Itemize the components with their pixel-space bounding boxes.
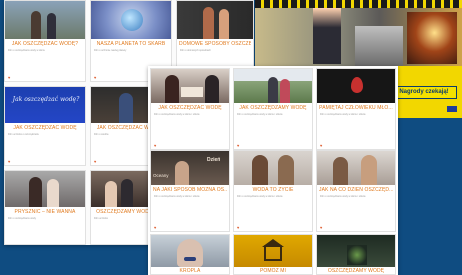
heart-icon[interactable]: ♥ [8, 159, 10, 164]
video-title[interactable]: PAMIĘTAJ CZŁOWIEKU MŁO... [319, 105, 393, 111]
video-title[interactable]: KROPLA [153, 268, 227, 274]
person-with-cup-image [313, 8, 341, 64]
heart-icon[interactable]: ♥ [154, 143, 156, 148]
person-figure [31, 11, 41, 39]
heart-icon[interactable]: ♥ [94, 159, 96, 164]
plant-graphic [347, 245, 367, 265]
person-figure [121, 179, 133, 207]
video-thumbnail[interactable] [151, 69, 229, 103]
video-card[interactable]: OSZCZĘDZAMY WODĘ [316, 234, 396, 275]
video-title[interactable]: DOMOWE SPOSOBY OSZCZĘ... [179, 41, 251, 47]
video-description: Film o oszczędzaniu wody w domu i szkole [237, 195, 283, 198]
video-thumbnail[interactable] [5, 1, 85, 39]
video-title[interactable]: JAK NA CO DZIEŃ OSZCZĘD... [319, 187, 393, 193]
video-description: Film o oszczędzaniu wody [8, 217, 36, 220]
video-thumbnail[interactable] [317, 69, 395, 103]
person-figure [47, 179, 59, 207]
film-strip-graphic [255, 0, 462, 8]
video-description: Film uczniów [94, 217, 108, 220]
video-title[interactable]: JAK OSZCZĘDZAĆ WODĘ? [7, 41, 83, 47]
heart-icon[interactable]: ♥ [154, 225, 156, 230]
lips-graphic [184, 257, 196, 261]
eu-flag-icon [447, 106, 457, 112]
heart-icon[interactable]: ♥ [237, 143, 239, 148]
factory-image [355, 26, 403, 66]
video-description: Film o oszczędzaniu wody w domu [8, 49, 45, 52]
video-title[interactable]: NASZA PLANETA TO SKARB [93, 41, 169, 47]
video-card[interactable]: JAK NA CO DZIEŃ OSZCZĘD... Film o oszczę… [316, 150, 396, 232]
heart-icon[interactable]: ♥ [94, 75, 96, 80]
thumbnail-text: Jak oszczędzać wodę? [12, 96, 80, 103]
video-title[interactable]: NA JAKI SPOSÓB MOŻNA OS... [153, 187, 227, 193]
glowing-bulb-image [407, 12, 457, 64]
video-title[interactable]: OSZCZĘDZAMY WODĘ [319, 268, 393, 274]
heart-icon[interactable]: ♥ [320, 225, 322, 230]
thumbnail-word: Oceany [153, 173, 169, 178]
video-card[interactable]: Jak oszczędzać wodę? JAK OSZCZĘDZAĆ WODĘ… [4, 86, 86, 166]
person-figure [203, 7, 214, 39]
video-card[interactable]: PRYSZNIC – NIE WANNA Film o oszczędzaniu… [4, 170, 86, 245]
video-card[interactable]: KROPLA [150, 234, 230, 275]
video-thumbnail[interactable] [91, 1, 171, 39]
video-title[interactable]: JAK OSZCZĘDZAĆ WODĘ [153, 105, 227, 111]
person-figure [252, 155, 268, 185]
house-graphic [264, 245, 282, 261]
video-description: Film o oszczędzaniu wody w domu i szkole [154, 195, 200, 198]
video-thumbnail[interactable] [177, 1, 253, 39]
person-figure [361, 155, 377, 185]
video-description: Film o ochronie naszej planety [94, 49, 127, 52]
person-figure [119, 93, 133, 123]
video-card[interactable]: WODA TO ŻYCIE Film o oszczędzaniu wody w… [233, 150, 313, 232]
video-description: Film uczniów o oszczędzaniu [8, 133, 39, 136]
person-figure [268, 77, 278, 103]
person-figure [47, 13, 56, 39]
video-thumbnail[interactable] [5, 171, 85, 207]
video-description: Film o oszczędzaniu wody w domu i szkole [320, 195, 366, 198]
video-card[interactable]: Dzień Oceany NA JAKI SPOSÓB MOŻNA OS... … [150, 150, 230, 232]
video-description: Film o oszczędzaniu wody w domu i szkole [154, 113, 200, 116]
roof-graphic [262, 239, 284, 247]
person-figure [333, 157, 348, 185]
person-figure [219, 9, 229, 39]
face-closeup [177, 239, 203, 267]
video-description: Film o oszczędzaniu wody w domu i szkole [320, 113, 366, 116]
person-figure [175, 161, 189, 185]
video-thumbnail[interactable] [234, 151, 312, 185]
video-description: Film o domowych sposobach [180, 49, 211, 52]
person-figure [205, 75, 219, 103]
person-figure [280, 79, 290, 103]
video-title[interactable]: WODA TO ŻYCIE [236, 187, 310, 193]
person-figure [278, 155, 294, 185]
prizes-button[interactable]: Nagrody czekają! [391, 86, 457, 99]
heart-icon[interactable]: ♥ [320, 143, 322, 148]
video-card[interactable]: JAK OSZCZĘDZAĆ WODĘ? Film o oszczędzaniu… [4, 0, 86, 82]
video-title[interactable]: PRYSZNIC – NIE WANNA [7, 209, 83, 215]
video-description: Film o oszczędzaniu wody w domu i szkole [237, 113, 283, 116]
video-card[interactable]: JAK OSZCZĘDZAMY WODĘ Film o oszczędzaniu… [233, 68, 313, 150]
thumbnail-word: Dzień [207, 157, 221, 163]
video-thumbnail[interactable]: Dzień Oceany [151, 151, 229, 185]
video-card[interactable]: POMÓŻ MI [233, 234, 313, 275]
front-panel: JAK OSZCZĘDZAĆ WODĘ Film o oszczędzaniu … [148, 66, 398, 275]
heart-icon[interactable]: ♥ [237, 225, 239, 230]
video-title[interactable]: JAK OSZCZĘDZAĆ WODĘ [7, 125, 83, 131]
video-thumbnail[interactable]: Jak oszczędzać wodę? [5, 87, 85, 123]
video-card[interactable]: JAK OSZCZĘDZAĆ WODĘ Film o oszczędzaniu … [150, 68, 230, 150]
video-thumbnail[interactable] [151, 235, 229, 267]
water-drop-graphic [351, 77, 363, 93]
video-thumbnail[interactable] [317, 235, 395, 267]
person-figure [29, 177, 42, 207]
person-figure [165, 75, 179, 103]
video-thumbnail[interactable] [317, 151, 395, 185]
video-thumbnail[interactable] [234, 235, 312, 267]
person-figure [105, 181, 117, 207]
video-thumbnail[interactable] [234, 69, 312, 103]
video-title[interactable]: JAK OSZCZĘDZAMY WODĘ [236, 105, 310, 111]
globe-graphic [121, 9, 143, 31]
sign-board [181, 87, 203, 97]
video-description: Film o wodzie [94, 133, 109, 136]
heart-icon[interactable]: ♥ [8, 75, 10, 80]
video-card[interactable]: PAMIĘTAJ CZŁOWIEKU MŁO... Film o oszczęd… [316, 68, 396, 150]
video-title[interactable]: POMÓŻ MI [236, 268, 310, 274]
